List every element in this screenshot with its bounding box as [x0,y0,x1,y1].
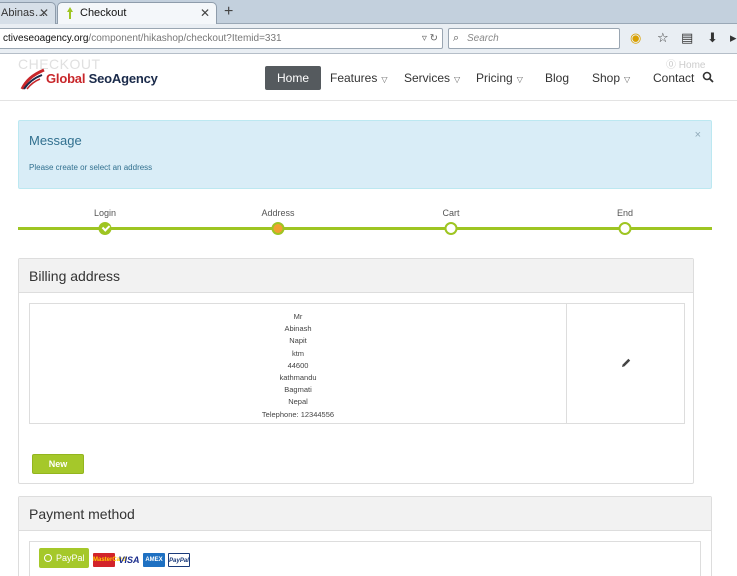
paypal-option-button[interactable]: PayPal [39,548,89,568]
chevron-down-icon: ▽ [454,75,461,84]
address-city: kathmandu [279,373,317,383]
visa-logo-icon: VISA [118,555,140,565]
paypal-label: PayPal [56,553,85,563]
payment-method-title: Payment method [19,497,711,531]
logo-swoosh-icon [20,68,45,90]
chevron-down-icon: ▽ [624,75,631,84]
amex-logo-icon: AMEX [143,553,165,567]
tab-abinash[interactable]: Abinas… ✕ [0,2,56,24]
browser-tab-bar: Abinas… ✕ Checkout ✕ + [0,0,737,24]
menu-label: Contact [653,71,695,85]
url-host: ctiveseoagency.org [3,33,89,44]
addon-icon[interactable]: ◉ [630,30,641,46]
menu-item-blog[interactable]: Blog [545,66,569,90]
address-title: Mr [293,312,303,321]
search-icon[interactable] [702,71,714,83]
download-icon[interactable]: ⬇ [707,30,718,46]
address-state: Bagmati [284,385,312,395]
checkout-steps: Login Address Cart End [18,203,712,239]
step-label-address: Address [261,208,295,218]
menu-label: Shop [592,71,621,85]
radio-icon [44,554,52,562]
step-login-check-icon[interactable] [98,222,112,235]
address-table: Mr Abinash Napit ktm 44600 kathmandu Bag… [29,303,685,424]
site-logo[interactable]: Global SeoAgency [46,71,158,86]
chevron-down-icon: ▽ [381,75,388,84]
close-icon[interactable]: ✕ [39,3,49,23]
close-icon[interactable]: ✕ [200,3,210,23]
menu-item-shop[interactable]: Shop ▽ [592,66,630,90]
close-icon[interactable]: × [695,129,701,141]
step-progress-line [18,227,712,230]
menu-label: Home [277,71,310,85]
logo-text-seoagency: SeoAgency [88,71,158,86]
message-text: Please create or select an address [29,163,153,172]
logo-text-global: Global [46,71,89,86]
search-placeholder: Search [467,33,499,44]
pencil-edit-icon[interactable] [620,357,632,369]
menu-label: Services [404,71,451,85]
reload-icon[interactable]: ▿ ↻ [422,29,438,48]
menu-item-contact[interactable]: Contact [653,66,694,90]
billing-address-title: Billing address [19,259,693,293]
address-postcode: 44600 [287,360,309,370]
address-firstname: Abinash [284,324,312,334]
message-title: Message [29,133,82,148]
menu-item-services[interactable]: Services ▽ [404,66,460,90]
step-label-login: Login [93,208,117,218]
address-telephone: Telephone: 12344556 [261,409,335,419]
address-bar[interactable]: ctiveseoagency.org/component/hikashop/ch… [0,28,443,49]
favicon-icon [67,7,73,19]
browser-search-input[interactable]: ⌕ Search [448,28,620,49]
tab-checkout[interactable]: Checkout ✕ [57,2,217,24]
browser-nav-bar: ctiveseoagency.org/component/hikashop/ch… [0,24,737,54]
step-cart-dot-icon [444,222,458,235]
search-icon: ⌕ [453,32,460,44]
step-label-end: End [616,208,634,218]
menu-item-pricing[interactable]: Pricing ▽ [476,66,523,90]
bookmark-star-icon[interactable]: ☆ [657,30,669,46]
address-street: ktm [291,348,305,358]
step-label-cart: Cart [442,208,460,218]
billing-address-panel: Billing address Mr Abinash Napit ktm 446… [18,258,694,484]
site-header: CHECKOUT ⓪ Home Global SeoAgency Home Fe… [0,55,737,101]
menu-icon[interactable]: ▸ [730,30,737,46]
payment-options: PayPal MasterCard VISA AMEX PayPal [29,541,701,576]
info-message: Message Please create or select an addre… [18,120,712,189]
column-divider [566,304,567,423]
menu-label: Features [330,71,378,85]
bookmarks-list-icon[interactable]: ▤ [681,30,693,46]
paypal-logo-icon: PayPal [168,553,190,567]
tab-label: Checkout [80,7,127,19]
address-lastname: Napit [289,336,307,346]
address-country: Nepal [288,397,308,407]
menu-label: Pricing [476,71,513,85]
payment-method-panel: Payment method PayPal MasterCard VISA AM… [18,496,712,576]
new-address-button[interactable]: New [32,454,84,474]
url-path: /component/hikashop/checkout?Itemid=331 [88,33,282,44]
step-end-dot-icon [618,222,632,235]
new-tab-icon[interactable]: + [224,2,233,22]
menu-item-features[interactable]: Features ▽ [330,66,388,90]
step-address-dot-icon [271,222,285,235]
chevron-down-icon: ▽ [516,75,523,84]
menu-item-home[interactable]: Home [265,66,322,90]
menu-label: Blog [545,71,570,85]
address-block[interactable]: Mr Abinash Napit ktm 44600 kathmandu Bag… [30,311,566,421]
mastercard-logo-icon: MasterCard [93,553,126,567]
